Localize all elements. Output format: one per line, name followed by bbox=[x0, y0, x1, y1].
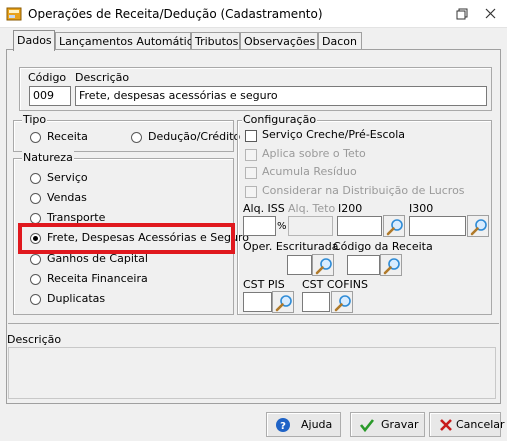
oper-escriturada-input[interactable] bbox=[287, 255, 312, 275]
aliq-teto-input[interactable] bbox=[288, 216, 333, 236]
codigo-receita-input[interactable] bbox=[347, 255, 380, 275]
radio-dot bbox=[30, 173, 41, 184]
restore-button[interactable] bbox=[451, 4, 473, 24]
descricao-input[interactable]: Frete, despesas acessórias e seguro bbox=[75, 86, 487, 106]
close-icon bbox=[485, 8, 496, 19]
checkbox bbox=[245, 130, 257, 142]
tab-label: Tributos bbox=[195, 35, 239, 48]
radio-label: Vendas bbox=[47, 191, 87, 204]
i300-label: I300 bbox=[409, 202, 434, 215]
cst-pis-label: CST PIS bbox=[243, 278, 285, 291]
search-icon bbox=[334, 295, 351, 312]
tab-observacoes[interactable]: Observações bbox=[240, 32, 318, 50]
gravar-button-label: Gravar bbox=[381, 418, 419, 431]
checkmark-icon bbox=[359, 419, 375, 433]
ajuda-button-label: Ajuda bbox=[301, 418, 333, 431]
cst-cofins-search-button[interactable] bbox=[331, 291, 353, 313]
i300-search-button[interactable] bbox=[467, 215, 489, 237]
radio-label: Duplicatas bbox=[47, 292, 106, 305]
checkbox-label: Acumula Resíduo bbox=[262, 165, 357, 178]
checkbox bbox=[245, 149, 257, 161]
cancelar-button-label: Cancelar bbox=[456, 418, 505, 431]
aliq-iss-input[interactable] bbox=[243, 216, 276, 236]
window-title: Operações de Receita/Dedução (Cadastrame… bbox=[28, 7, 323, 21]
checkbox-label: Aplica sobre o Teto bbox=[262, 147, 366, 160]
tab-lancamentos-automaticos[interactable]: Lançamentos Automáticos bbox=[55, 32, 205, 50]
i200-input[interactable] bbox=[337, 216, 382, 236]
radio-dot bbox=[30, 132, 41, 143]
cancelar-button[interactable]: Cancelar bbox=[429, 412, 505, 437]
radio-label: Receita Financeira bbox=[47, 272, 148, 285]
search-icon bbox=[386, 219, 403, 236]
checkbox-label: Considerar na Distribuição de Lucros bbox=[262, 184, 465, 197]
codigo-receita-search-button[interactable] bbox=[380, 254, 402, 276]
tab-tributos[interactable]: Tributos bbox=[191, 32, 240, 50]
app-icon bbox=[6, 6, 22, 22]
radio-dot bbox=[30, 193, 41, 204]
checkbox bbox=[245, 186, 257, 198]
cst-pis-search-button[interactable] bbox=[272, 291, 294, 313]
aliq-teto-label: Alq. Teto bbox=[288, 202, 336, 215]
descricao-textarea[interactable] bbox=[8, 347, 496, 399]
i200-label: I200 bbox=[338, 202, 363, 215]
help-icon: ? bbox=[276, 418, 290, 432]
radio-label: Dedução/Crédito bbox=[148, 130, 241, 143]
cst-cofins-label: CST COFINS bbox=[302, 278, 368, 291]
tab-label: Observações bbox=[244, 35, 316, 48]
cancel-x-icon bbox=[440, 419, 452, 431]
radio-label: Receita bbox=[47, 130, 88, 143]
codigo-label: Código bbox=[28, 71, 67, 84]
i300-input[interactable] bbox=[409, 216, 466, 236]
descricao-group-label: Descrição bbox=[7, 333, 62, 346]
percent-sign: % bbox=[277, 221, 287, 232]
title-bar: Operações de Receita/Dedução (Cadastrame… bbox=[0, 0, 507, 28]
cst-cofins-input[interactable] bbox=[302, 292, 330, 312]
radio-label: Serviço bbox=[47, 171, 88, 184]
search-icon bbox=[315, 258, 332, 275]
tab-label: Dados bbox=[17, 34, 52, 47]
codigo-input[interactable]: 009 bbox=[29, 86, 71, 106]
natureza-group-label: Natureza bbox=[22, 151, 74, 164]
radio-dot bbox=[30, 274, 41, 285]
tipo-group-label: Tipo bbox=[22, 113, 48, 126]
search-icon bbox=[383, 258, 400, 275]
radio-dot bbox=[131, 132, 142, 143]
tab-label: Dacon bbox=[322, 35, 357, 48]
search-icon bbox=[275, 295, 292, 312]
close-button[interactable] bbox=[480, 4, 502, 24]
codigo-receita-label: Código da Receita bbox=[333, 240, 433, 253]
selection-highlight-box bbox=[18, 223, 235, 254]
gravar-button[interactable]: Gravar bbox=[350, 412, 425, 437]
checkbox bbox=[245, 167, 257, 179]
radio-dot bbox=[30, 294, 41, 305]
restore-icon bbox=[456, 8, 468, 20]
i200-search-button[interactable] bbox=[383, 215, 405, 237]
configuracao-group-label: Configuração bbox=[242, 113, 318, 126]
tab-label: Lançamentos Automáticos bbox=[59, 35, 206, 48]
tab-dados[interactable]: Dados bbox=[13, 30, 55, 51]
tab-dacon[interactable]: Dacon bbox=[318, 32, 362, 50]
descricao-label: Descrição bbox=[75, 71, 130, 84]
oper-escriturada-label: Oper. Escriturada bbox=[243, 240, 339, 253]
checkbox-label: Serviço Creche/Pré-Escola bbox=[262, 128, 406, 141]
aliq-iss-label: Alq. ISS bbox=[243, 202, 285, 215]
svg-text:?: ? bbox=[280, 421, 286, 432]
cst-pis-input[interactable] bbox=[243, 292, 272, 312]
radio-dot bbox=[30, 254, 41, 265]
search-icon bbox=[470, 219, 487, 236]
ajuda-button[interactable]: ? Ajuda bbox=[266, 412, 341, 437]
oper-escriturada-search-button[interactable] bbox=[312, 254, 334, 276]
